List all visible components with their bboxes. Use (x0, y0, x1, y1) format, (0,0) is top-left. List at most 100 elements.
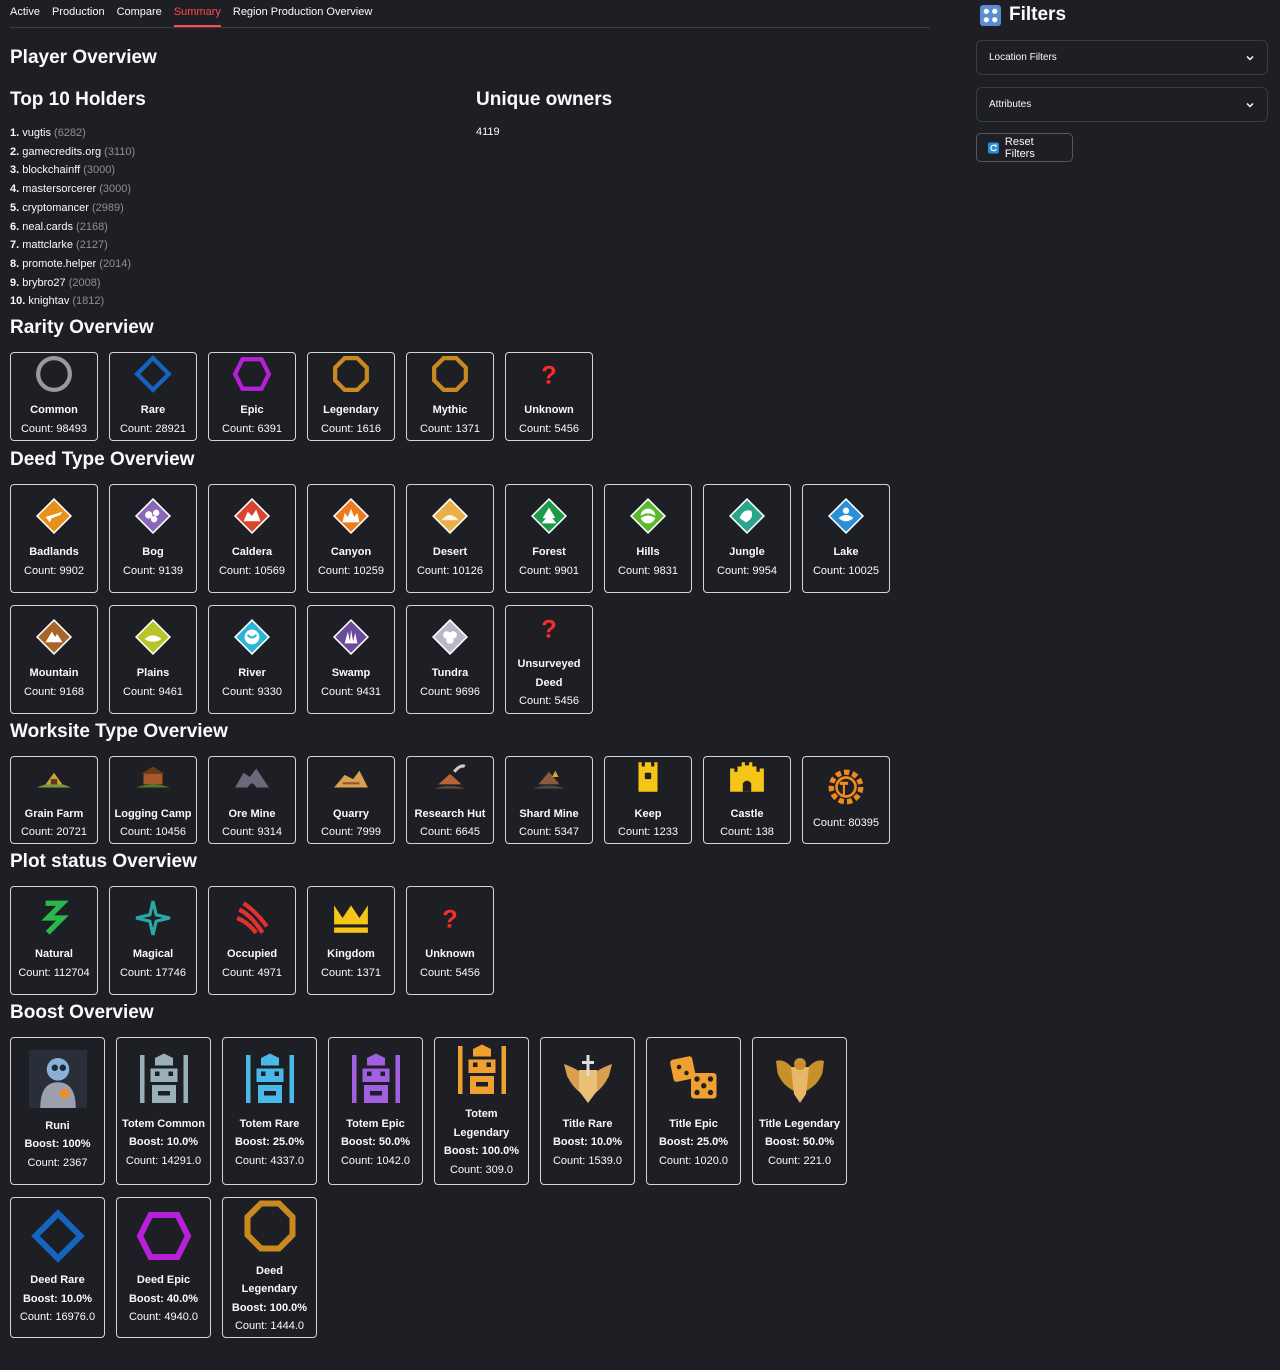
card-count: Count: 10025 (812, 564, 880, 577)
plot-card-magical: Magical Count: 17746 (109, 886, 197, 995)
octagon-icon (243, 1199, 297, 1260)
rarity-card-unknown: ? Unknown Count: 5456 (505, 352, 593, 441)
castle-icon (728, 758, 766, 803)
card-count: Count: 5456 (519, 695, 579, 707)
card-name: Rare (140, 404, 166, 417)
shard-mine-icon (530, 758, 568, 803)
river-icon (233, 618, 271, 663)
card-name: Deed Legendary (241, 1264, 298, 1296)
control-knobs-icon (980, 4, 1001, 26)
card-name: Epic (240, 404, 264, 417)
card-name: Deed Rare (30, 1274, 85, 1286)
boost-card-deed-rare: Deed Rare Boost: 10.0% Count: 16976.0 (10, 1197, 105, 1338)
card-name: Keep (634, 807, 662, 820)
card-count: Count: 28921 (119, 422, 187, 435)
main-content: Active Production Compare Summary Region Pro… (0, 0, 940, 1370)
deed-card-swamp: Swamp Count: 9431 (307, 605, 395, 714)
holder-item: 10. knightav (1812) (10, 295, 105, 308)
card-name: Magical (132, 948, 174, 961)
rarity-overview-heading: Rarity Overview (10, 317, 154, 338)
card-boost: Boost: 10.0% (552, 1136, 623, 1148)
card-count: Count: 1020.0 (658, 1154, 729, 1167)
tab-active[interactable]: Active (10, 0, 40, 27)
card-name: Logging Camp (114, 807, 192, 820)
runi-icon (28, 1050, 87, 1115)
boost-card-totem-legendary: Totem Legendary Boost: 100.0% Count: 309.0 (434, 1037, 529, 1185)
title-rare-icon (561, 1052, 615, 1113)
hexagon-icon (136, 1209, 191, 1270)
chevron-down-icon (1246, 55, 1254, 61)
card-count: Count: 20721 (20, 826, 88, 839)
ore-mine-icon (233, 758, 271, 803)
tab-compare[interactable]: Compare (117, 0, 162, 27)
keep-icon (629, 758, 667, 803)
filters-title: Filters (1009, 4, 1067, 25)
desert-icon (431, 497, 469, 542)
card-count: Count: 9901 (519, 564, 579, 577)
holder-item: 8. promote.helper (2014) (10, 257, 132, 270)
attributes-expander[interactable]: Attributes (976, 87, 1268, 122)
plains-icon (134, 618, 172, 663)
card-name: Tundra (431, 667, 469, 680)
plot-card-kingdom: Kingdom Count: 1371 (307, 886, 395, 995)
boost-card-title-rare: Title Rare Boost: 10.0% Count: 1539.0 (540, 1037, 635, 1185)
card-name: Swamp (331, 667, 371, 680)
card-name: Lake (833, 546, 859, 559)
tab-region-production-overview[interactable]: Region Production Overview (233, 0, 372, 27)
tab-production[interactable]: Production (52, 0, 105, 27)
card-count: Count: 9330 (222, 685, 282, 698)
tab-bar: Active Production Compare Summary Region Pro… (10, 0, 930, 28)
totem-icon (455, 1043, 509, 1104)
holder-item: 4. mastersorcerer (3000) (10, 183, 132, 196)
research-hut-icon (431, 758, 469, 803)
svg-text:?: ? (442, 905, 457, 933)
holder-item: 2. gamecredits.org (3110) (10, 145, 136, 158)
totem-icon (243, 1052, 297, 1113)
card-count: Count: 10259 (317, 564, 385, 577)
rarity-card-legendary: Legendary Count: 1616 (307, 352, 395, 441)
plot-status-cards: Natural Count: 112704 Magical Count: 17746 O… (10, 886, 494, 995)
card-name: Unknown (425, 948, 475, 961)
card-boost: Boost: 100% (24, 1138, 91, 1150)
worksite-card-shard-mine: Shard Mine Count: 5347 (505, 756, 593, 844)
svg-text:?: ? (541, 615, 556, 643)
deed-card-mountain: Mountain Count: 9168 (10, 605, 98, 714)
worksite-overview-heading: Worksite Type Overview (10, 721, 228, 742)
card-boost: Boost: 25.0% (658, 1136, 729, 1148)
card-count: Count: 16976.0 (19, 1311, 96, 1323)
deed-cards-row-2: Mountain Count: 9168 Plains Count: 9461 Rive… (10, 605, 593, 714)
tab-summary[interactable]: Summary (173, 0, 221, 27)
card-name: River (238, 667, 266, 680)
diamond-icon (30, 1208, 85, 1270)
card-boost: Boost: 50.0% (764, 1136, 835, 1148)
chevron-down-icon (1246, 102, 1254, 108)
location-filters-expander[interactable]: Location Filters (976, 40, 1268, 75)
magical-icon (134, 899, 172, 944)
card-count: Count: 14291.0 (125, 1154, 202, 1167)
deed-card-tundra: Tundra Count: 9696 (406, 605, 494, 714)
deed-card-plains: Plains Count: 9461 (109, 605, 197, 714)
deed-card-desert: Desert Count: 10126 (406, 484, 494, 593)
deed-card-canyon: Canyon Count: 10259 (307, 484, 395, 593)
card-count: Count: 98493 (20, 422, 88, 435)
card-name: Ore Mine (228, 807, 276, 820)
attributes-label: Attributes (989, 99, 1032, 110)
jungle-icon (728, 497, 766, 542)
reset-filters-button[interactable]: Reset Filters (976, 133, 1073, 162)
card-name: Research Hut (414, 807, 486, 820)
card-count: Count: 2367 (27, 1156, 88, 1169)
card-name: Plains (136, 667, 170, 680)
card-name: Unknown (524, 404, 574, 417)
boost-overview-heading: Boost Overview (10, 1002, 154, 1023)
holder-item: 5. cryptomancer (2989) (10, 201, 124, 214)
worksite-card-castle: Castle Count: 138 (703, 756, 791, 844)
deed-card-bog: Bog Count: 9139 (109, 484, 197, 593)
card-name: Forest (532, 546, 566, 559)
card-count: Count: 221.0 (768, 1154, 831, 1167)
plot-card-unknown: ? Unknown Count: 5456 (406, 886, 494, 995)
circle-icon (35, 355, 73, 400)
diamond-icon (134, 354, 172, 400)
player-overview-heading: Player Overview (10, 47, 157, 68)
card-name: Grain Farm (24, 807, 84, 820)
deed-card-forest: Forest Count: 9901 (505, 484, 593, 593)
